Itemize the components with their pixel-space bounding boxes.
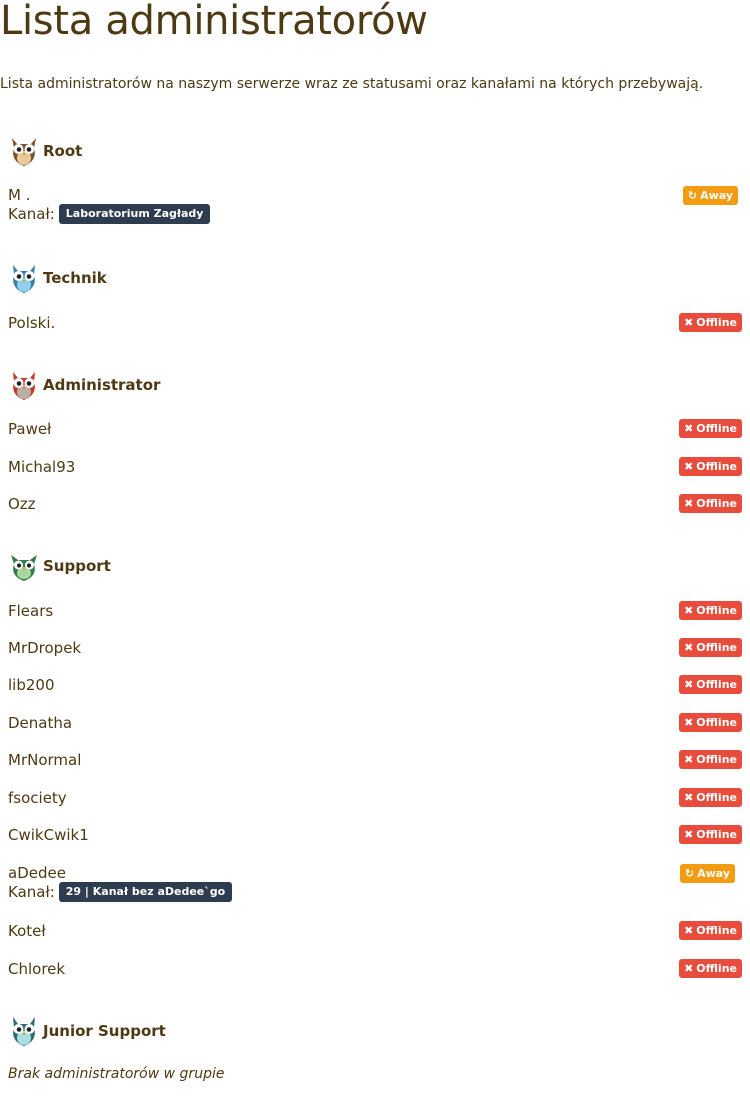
refresh-icon: ↻ xyxy=(687,189,698,202)
member-name: M . xyxy=(8,186,31,204)
close-icon: ✖ xyxy=(684,641,694,654)
close-icon: ✖ xyxy=(684,497,694,510)
status-badge-offline: ✖ Offline xyxy=(679,638,742,657)
member-row: fsociety ✖ Offline xyxy=(8,788,742,807)
member-row: Paweł ✖ Offline xyxy=(8,419,742,438)
status-badge-offline: ✖ Offline xyxy=(679,959,742,978)
close-icon: ✖ xyxy=(684,716,694,729)
channel-label: Kanał: xyxy=(8,205,55,223)
close-icon: ✖ xyxy=(684,316,694,329)
empty-group-message: Brak administratorów w grupie xyxy=(8,1066,225,1082)
status-badge-away: ↻ Away xyxy=(679,864,735,883)
status-badge-offline: ✖ Offline xyxy=(679,457,742,476)
status-badge-away: ↻ Away xyxy=(682,186,738,205)
status-badge-offline: ✖ Offline xyxy=(679,788,742,807)
member-name: Chlorek xyxy=(8,960,66,978)
member-name: Denatha xyxy=(8,714,73,732)
member-name: Polski. xyxy=(8,314,56,332)
group-header-junior-support: Junior Support xyxy=(8,1014,166,1048)
page-description: Lista administratorów na naszym serwerze… xyxy=(0,76,704,92)
status-badge-offline: ✖ Offline xyxy=(679,675,742,694)
status-badge-offline: ✖ Offline xyxy=(679,750,742,769)
member-name: CwikCwik1 xyxy=(8,826,89,844)
group-name: Junior Support xyxy=(43,1022,166,1040)
member-row: Koteł ✖ Offline xyxy=(8,921,742,940)
group-header-administrator: Administrator xyxy=(8,368,160,402)
member-name: Ozz xyxy=(8,495,36,513)
member-row: Ozz ✖ Offline xyxy=(8,494,742,513)
member-row: Chlorek ✖ Offline xyxy=(8,959,742,978)
member-channel: Kanał: Laboratorium Zagłady xyxy=(8,204,742,224)
member-row: Denatha ✖ Offline xyxy=(8,713,742,732)
close-icon: ✖ xyxy=(684,791,694,804)
member-row: aDedee Kanał: 29 | Kanał bez aDedee`go ↻… xyxy=(8,864,742,902)
owl-green-icon xyxy=(11,555,37,581)
admin-list-page: Lista administratorów Lista administrato… xyxy=(0,0,750,1101)
refresh-icon: ↻ xyxy=(684,867,695,880)
page-title: Lista administratorów xyxy=(0,0,428,44)
member-channel: Kanał: 29 | Kanał bez aDedee`go xyxy=(8,882,742,902)
member-row: M . Kanał: Laboratorium Zagłady ↻ Away xyxy=(8,186,742,224)
member-name: MrNormal xyxy=(8,751,82,769)
member-name: fsociety xyxy=(8,789,67,807)
status-badge-offline: ✖ Offline xyxy=(679,921,742,940)
status-badge-offline: ✖ Offline xyxy=(679,419,742,438)
member-name: MrDropek xyxy=(8,639,82,657)
close-icon: ✖ xyxy=(684,924,694,937)
member-name: Michal93 xyxy=(8,458,76,476)
close-icon: ✖ xyxy=(684,422,694,435)
status-badge-offline: ✖ Offline xyxy=(679,601,742,620)
channel-label: Kanał: xyxy=(8,883,55,901)
group-header-technik: Technik xyxy=(8,261,107,295)
member-row: Michal93 ✖ Offline xyxy=(8,457,742,476)
close-icon: ✖ xyxy=(684,962,694,975)
status-badge-offline: ✖ Offline xyxy=(679,825,742,844)
group-name: Administrator xyxy=(43,376,161,394)
member-row: CwikCwik1 ✖ Offline xyxy=(8,825,742,844)
member-name: lib200 xyxy=(8,676,55,694)
close-icon: ✖ xyxy=(684,604,694,617)
group-header-root: Root xyxy=(8,134,82,168)
group-name: Root xyxy=(43,142,83,160)
status-badge-offline: ✖ Offline xyxy=(679,494,742,513)
status-badge-offline: ✖ Offline xyxy=(679,713,742,732)
member-row: MrDropek ✖ Offline xyxy=(8,638,742,657)
member-name: aDedee xyxy=(8,864,66,882)
member-name: Koteł xyxy=(8,922,46,940)
group-name: Support xyxy=(43,557,111,575)
owl-brown-icon xyxy=(12,138,36,166)
member-row: Polski. ✖ Offline xyxy=(8,313,742,332)
member-name: Paweł xyxy=(8,420,52,438)
close-icon: ✖ xyxy=(684,678,694,691)
member-row: lib200 ✖ Offline xyxy=(8,675,742,694)
close-icon: ✖ xyxy=(684,753,694,766)
owl-blue-icon xyxy=(13,265,35,293)
member-name: Flears xyxy=(8,602,54,620)
channel-badge[interactable]: 29 | Kanał bez aDedee`go xyxy=(58,882,233,902)
owl-red-icon xyxy=(13,372,35,400)
channel-badge[interactable]: Laboratorium Zagłady xyxy=(58,204,211,224)
member-row: Flears ✖ Offline xyxy=(8,601,742,620)
close-icon: ✖ xyxy=(684,828,694,841)
group-name: Technik xyxy=(43,269,107,287)
group-header-support: Support xyxy=(8,549,111,583)
member-row: MrNormal ✖ Offline xyxy=(8,750,742,769)
status-badge-offline: ✖ Offline xyxy=(679,313,742,332)
close-icon: ✖ xyxy=(684,460,694,473)
owl-teal-icon xyxy=(13,1017,35,1046)
